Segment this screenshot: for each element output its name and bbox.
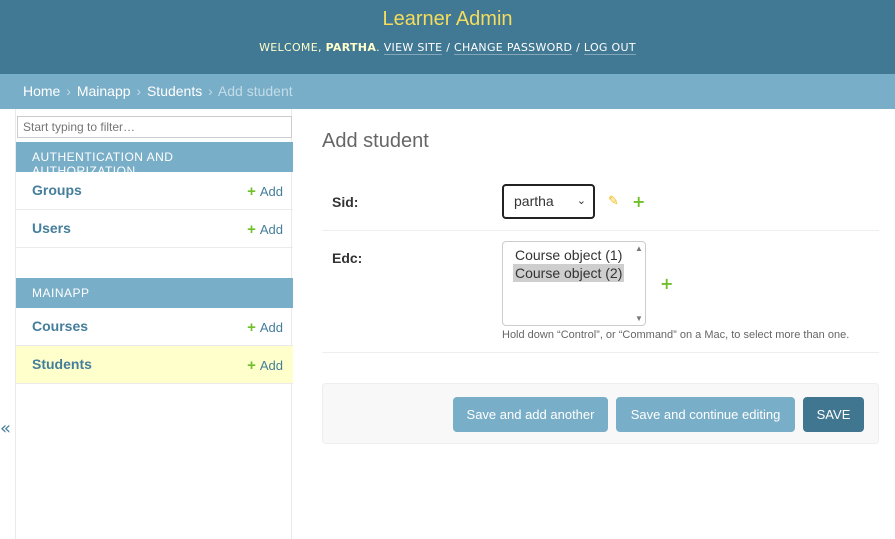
edc-help-text: Hold down “Control”, or “Command” on a M… [502, 329, 850, 341]
breadcrumb-home[interactable]: Home [23, 83, 60, 99]
welcome-text: Welcome, [259, 41, 326, 54]
sidebar-item-students: Students + Add [16, 346, 293, 384]
form-row-sid: Sid: [322, 173, 879, 231]
edc-scrollbar[interactable]: ▲ ▼ [633, 242, 645, 325]
sidebar-item-users-link[interactable]: Users [32, 220, 71, 236]
save-and-continue-button[interactable]: Save and continue editing [616, 397, 795, 432]
module-caption-auth[interactable]: Authentication and Authorization [16, 142, 293, 178]
plus-icon: + [247, 221, 256, 238]
add-related-sid-icon[interactable]: + [632, 192, 645, 211]
nav-sidebar: Authentication and Authorization Groups … [15, 109, 293, 539]
user-tools: Welcome, partha. View site / Change pass… [259, 41, 636, 55]
add-related-edc-icon[interactable]: + [660, 274, 673, 293]
breadcrumb-mainapp[interactable]: Mainapp [77, 83, 131, 99]
edc-multiselect[interactable]: Course object (1) Course object (2) ▲ ▼ [502, 241, 646, 326]
module-mainapp: Mainapp Courses + Add Students + Add [16, 278, 293, 384]
save-and-add-another-button[interactable]: Save and add another [453, 397, 608, 432]
sid-select-value: partha [514, 193, 554, 209]
add-group-link[interactable]: + Add [247, 183, 283, 200]
breadcrumb-current: Add student [217, 83, 293, 99]
edc-label: Edc: [332, 250, 363, 266]
edc-option-1[interactable]: Course object (1) [513, 246, 624, 264]
sidebar-item-groups-link[interactable]: Groups [32, 182, 82, 198]
plus-icon: + [247, 319, 256, 336]
add-student-link[interactable]: + Add [247, 357, 283, 374]
edc-option-2[interactable]: Course object (2) [513, 264, 625, 282]
view-site-link[interactable]: View site [383, 41, 443, 55]
sidebar-collapse-toggle[interactable]: « [0, 418, 14, 439]
add-user-link[interactable]: + Add [247, 221, 283, 238]
sidebar-item-courses: Courses + Add [16, 308, 293, 346]
page-title: Add student [322, 130, 429, 152]
breadcrumb: Home › Mainapp › Students › Add student [0, 74, 895, 109]
sidebar-item-groups: Groups + Add [16, 172, 293, 210]
breadcrumb-students[interactable]: Students [147, 83, 202, 99]
scroll-down-icon[interactable]: ▼ [635, 314, 643, 323]
edit-pencil-icon[interactable]: ✎ [608, 194, 619, 209]
sidebar-item-users: Users + Add [16, 210, 293, 248]
submit-row: Save and add another Save and continue e… [322, 383, 879, 444]
chevron-down-icon: ⌄ [576, 195, 586, 207]
plus-icon: + [247, 183, 256, 200]
site-header: Learner Admin Welcome, partha. View site… [0, 0, 895, 74]
log-out-link[interactable]: Log out [583, 41, 636, 55]
sid-select[interactable]: partha ⌄ [502, 184, 595, 219]
module-caption-mainapp[interactable]: Mainapp [16, 278, 293, 308]
sidebar-item-courses-link[interactable]: Courses [32, 318, 88, 334]
save-button[interactable]: SAVE [803, 397, 864, 432]
site-branding[interactable]: Learner Admin [0, 8, 895, 31]
scroll-up-icon[interactable]: ▲ [635, 244, 643, 253]
plus-icon: + [247, 357, 256, 374]
sidebar-item-students-link[interactable]: Students [32, 356, 92, 372]
sid-label: Sid: [332, 194, 359, 210]
change-password-link[interactable]: Change password [454, 41, 573, 55]
username: partha [325, 41, 377, 54]
sidebar-filter-input[interactable] [17, 116, 292, 138]
module-auth: Authentication and Authorization Groups … [16, 142, 293, 248]
add-course-link[interactable]: + Add [247, 319, 283, 336]
